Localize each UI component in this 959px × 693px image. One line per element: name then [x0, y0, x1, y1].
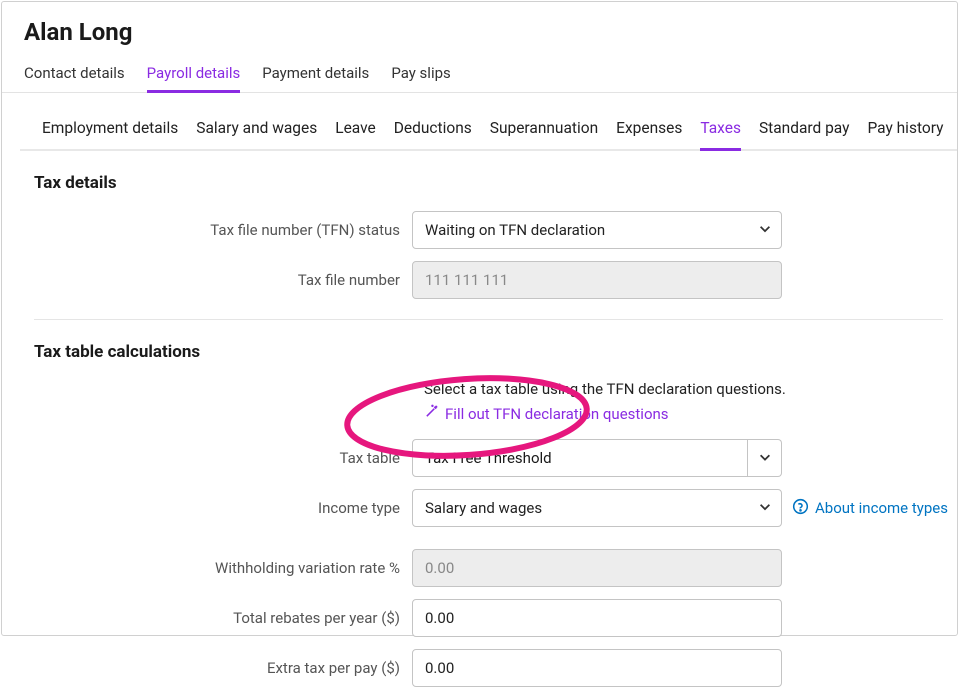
link-fill-tfn-declaration[interactable]: Fill out TFN declaration questions: [424, 404, 669, 433]
tab-payment-details[interactable]: Payment details: [262, 56, 369, 92]
wand-icon: [424, 404, 439, 423]
help-circle-icon: [792, 498, 809, 519]
input-withholding-rate-value: 0.00: [425, 559, 454, 577]
label-tfn-status: Tax file number (TFN) status: [20, 221, 412, 239]
hint-select-tax-table: Select a tax table using the TFN declara…: [32, 374, 957, 404]
label-income-type: Income type: [20, 499, 412, 517]
subtab-leave[interactable]: Leave: [335, 111, 376, 149]
select-income-type[interactable]: Salary and wages: [412, 489, 782, 527]
subtab-expenses[interactable]: Expenses: [616, 111, 682, 149]
tab-contact-details[interactable]: Contact details: [24, 56, 125, 92]
input-withholding-rate: 0.00: [412, 549, 782, 587]
link-fill-tfn-declaration-text: Fill out TFN declaration questions: [445, 405, 669, 423]
tab-payroll-details[interactable]: Payroll details: [147, 56, 241, 92]
label-tax-table: Tax table: [20, 449, 412, 467]
input-extra-tax-value: 0.00: [425, 659, 454, 677]
select-tax-table-value: Tax Free Threshold: [425, 449, 552, 467]
label-total-rebates: Total rebates per year ($): [20, 609, 412, 627]
subtab-deductions[interactable]: Deductions: [394, 111, 472, 149]
section-tax-table-calc: Tax table calculations: [20, 320, 957, 374]
subtab-employment-details[interactable]: Employment details: [42, 111, 178, 149]
select-tfn-status-value: Waiting on TFN declaration: [425, 221, 605, 239]
select-tax-table-toggle[interactable]: [748, 439, 782, 477]
select-tax-table[interactable]: Tax Free Threshold: [412, 439, 782, 477]
label-extra-tax: Extra tax per pay ($): [20, 659, 412, 677]
sub-tabs: Employment details Salary and wages Leav…: [20, 111, 957, 151]
tab-pay-slips[interactable]: Pay slips: [391, 56, 450, 92]
subtab-salary-wages[interactable]: Salary and wages: [196, 111, 317, 149]
link-about-income-types-text: About income types: [815, 499, 948, 517]
label-tfn: Tax file number: [20, 271, 412, 289]
input-tfn-value: 111 111 111: [425, 271, 508, 289]
input-total-rebates-value: 0.00: [425, 609, 454, 627]
label-withholding-rate: Withholding variation rate %: [20, 559, 412, 577]
subtab-superannuation[interactable]: Superannuation: [490, 111, 598, 149]
input-extra-tax[interactable]: 0.00: [412, 649, 782, 687]
subtab-pay-history[interactable]: Pay history: [867, 111, 943, 149]
subtab-taxes[interactable]: Taxes: [700, 111, 741, 149]
input-total-rebates[interactable]: 0.00: [412, 599, 782, 637]
link-about-income-types[interactable]: About income types: [792, 498, 948, 519]
main-tabs: Contact details Payroll details Payment …: [2, 56, 957, 93]
subtab-standard-pay[interactable]: Standard pay: [759, 111, 850, 149]
section-tax-details: Tax details: [20, 151, 957, 205]
chevron-down-icon: [758, 449, 772, 468]
select-income-type-value: Salary and wages: [425, 499, 542, 517]
page-title: Alan Long: [2, 2, 957, 56]
select-tfn-status[interactable]: Waiting on TFN declaration: [412, 211, 782, 249]
input-tfn: 111 111 111: [412, 261, 782, 299]
